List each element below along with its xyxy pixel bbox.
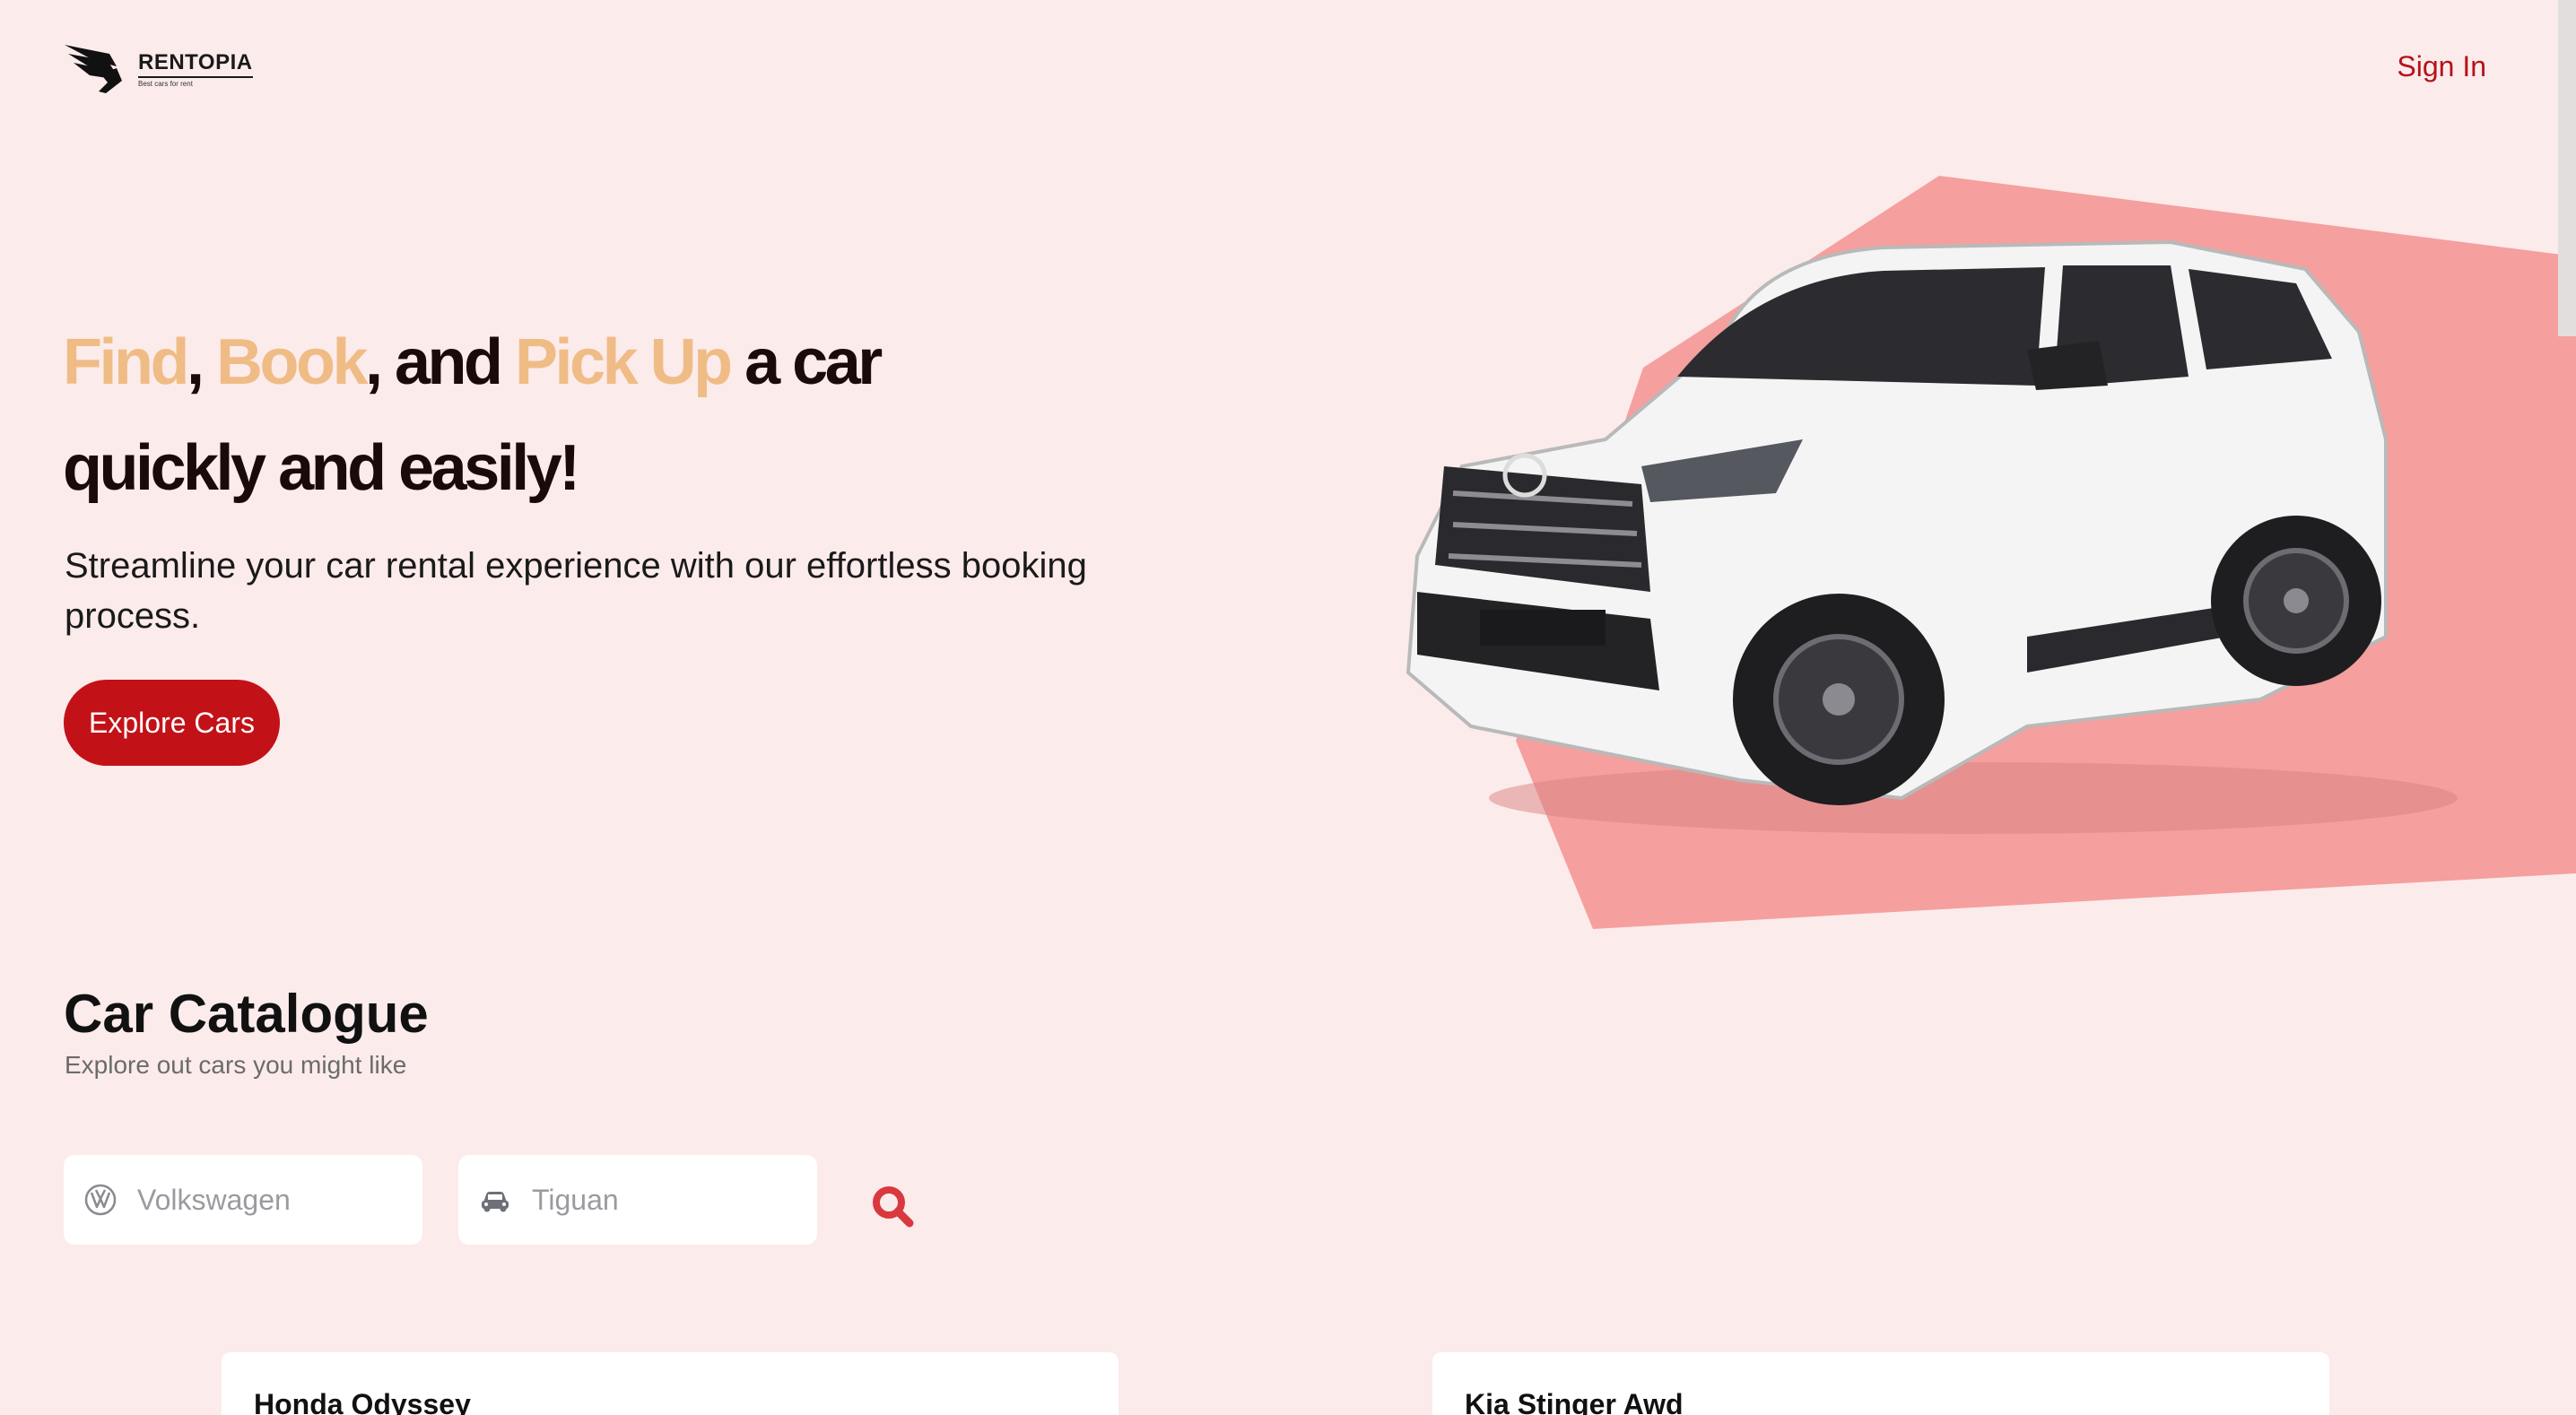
manufacturer-input[interactable]: [137, 1183, 397, 1217]
model-input[interactable]: [532, 1183, 792, 1217]
page-scrollbar[interactable]: [2558, 0, 2576, 336]
hero-title-pickup: Pick Up: [515, 326, 733, 398]
hero-title-line2: quickly and easily!: [63, 432, 580, 504]
wing-logo-icon: [65, 45, 122, 93]
car-card[interactable]: Kia Stinger Awd: [1432, 1352, 2329, 1415]
model-field[interactable]: [458, 1155, 817, 1245]
car-card-name: Kia Stinger Awd: [1465, 1388, 1684, 1415]
hero-title-sep: ,: [186, 326, 205, 398]
car-icon: [482, 1192, 509, 1212]
manufacturer-field[interactable]: [64, 1155, 422, 1245]
hero-title: Find, Book, and Pick Up a car quickly an…: [63, 309, 1139, 521]
hero-image: [1405, 176, 2576, 929]
catalogue-title: Car Catalogue: [64, 984, 429, 1044]
car-card-name: Honda Odyssey: [254, 1388, 471, 1415]
car-card[interactable]: Honda Odyssey: [222, 1352, 1118, 1415]
hero-title-find: Find: [63, 326, 189, 398]
hero-title-and: , and: [364, 326, 503, 398]
brand-name: RENTOPIA: [138, 50, 253, 78]
sign-in-button[interactable]: Sign In: [2397, 50, 2486, 83]
volkswagen-logo-icon: [84, 1184, 117, 1216]
hero-subtitle: Streamline your car rental experience wi…: [65, 546, 1087, 636]
hero-title-book: Book: [215, 326, 369, 398]
explore-cars-button[interactable]: Explore Cars: [64, 680, 280, 766]
hero-title-acar: a car: [744, 326, 883, 398]
magnifier-icon[interactable]: [870, 1184, 915, 1228]
catalogue-subtitle: Explore out cars you might like: [65, 1051, 407, 1079]
brand-tagline: Best cars for rent: [138, 80, 193, 88]
brand-logo[interactable]: RENTOPIA Best cars for rent: [63, 41, 253, 97]
